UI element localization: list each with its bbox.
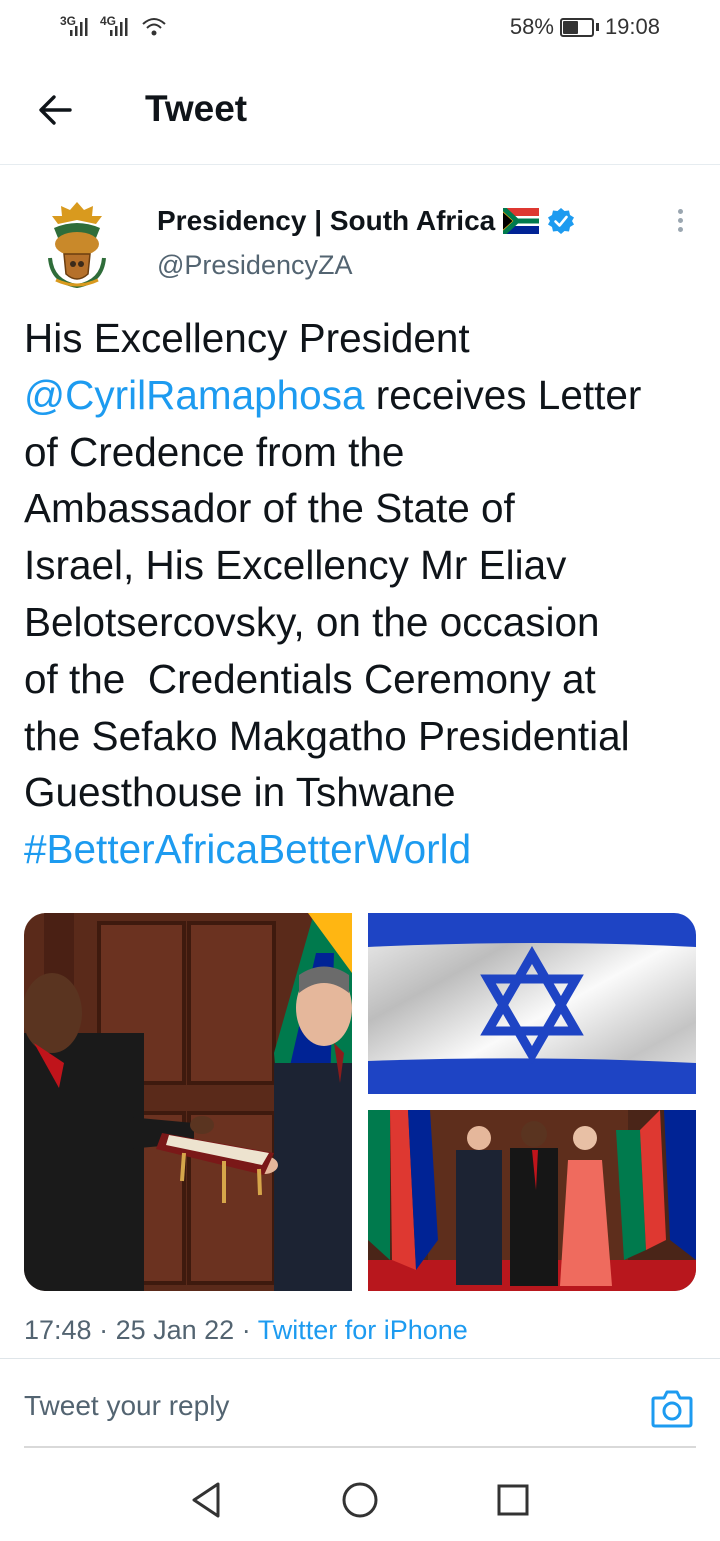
meta-separator: ·	[99, 1315, 116, 1345]
page-title: Tweet	[145, 88, 248, 129]
battery-icon	[559, 17, 594, 37]
tweet-line: of the Credentials Ceremony at	[24, 655, 596, 702]
author-name[interactable]: Presidency | South Africa	[157, 205, 575, 237]
divider	[0, 1358, 720, 1359]
tweet-line: His Excellency President	[24, 315, 470, 361]
photo-israel-flag[interactable]	[368, 913, 696, 1094]
tweet-line: Ambassador of the State of	[24, 485, 515, 532]
nav-back-icon[interactable]	[188, 1480, 224, 1520]
reply-underline	[24, 1446, 696, 1448]
author-name-text: Presidency | South Africa	[157, 205, 496, 236]
signal-bars-icon	[110, 18, 128, 36]
tweet-meta: 17:48 · 25 Jan 22 · Twitter for iPhone	[24, 1315, 468, 1346]
nav-home-icon[interactable]	[340, 1480, 380, 1520]
reply-input[interactable]: Tweet your reply	[24, 1390, 229, 1422]
signal-bars-icon	[70, 18, 88, 36]
avatar[interactable]	[40, 198, 114, 290]
arrow-left-icon[interactable]	[36, 90, 76, 130]
clock: 19:08	[604, 14, 660, 39]
tweet-line: Guesthouse in Tshwane	[24, 769, 456, 816]
battery-percent: 58%	[509, 14, 554, 39]
nav-recents-icon[interactable]	[495, 1482, 531, 1518]
battery-nub	[595, 23, 599, 31]
photo-group-ceremony[interactable]	[368, 1110, 696, 1291]
south-africa-flag-icon	[503, 208, 540, 234]
tweet-line: Israel, His Excellency Mr Eliav	[24, 542, 567, 589]
tweet-time: 17:48	[24, 1315, 92, 1345]
tweet-source-link[interactable]: Twitter for iPhone	[258, 1315, 468, 1345]
hashtag-link[interactable]: #BetterAfricaBetterWorld	[24, 821, 704, 878]
status-bar: 3G 4G 58% 19:08	[0, 0, 720, 58]
author-handle[interactable]: @PresidencyZA	[157, 250, 352, 281]
mention-link[interactable]: @CyrilRamaphosa	[24, 372, 364, 418]
meta-separator: ·	[241, 1315, 258, 1345]
photo-credential-handover[interactable]	[24, 913, 352, 1291]
tweet-media-grid	[24, 913, 696, 1291]
verified-badge-icon	[548, 208, 575, 234]
tweet-body: His Excellency President @CyrilRamaphosa…	[24, 310, 704, 878]
tweet-line-text: receives Letter	[364, 371, 642, 418]
camera-icon[interactable]	[651, 1388, 693, 1428]
tweet-line: the Sefako Makgatho Presidential	[24, 712, 630, 759]
more-options-icon[interactable]	[670, 206, 690, 238]
top-header: Tweet	[0, 58, 720, 165]
tweet-date: 25 Jan 22	[115, 1315, 235, 1345]
wifi-icon	[142, 18, 166, 36]
tweet-line: of Credence from the	[24, 428, 405, 475]
tweet-line: Belotsercovsky, on the occasion	[24, 598, 600, 645]
tweet-line: @CyrilRamaphosa receives Letter	[24, 367, 704, 424]
